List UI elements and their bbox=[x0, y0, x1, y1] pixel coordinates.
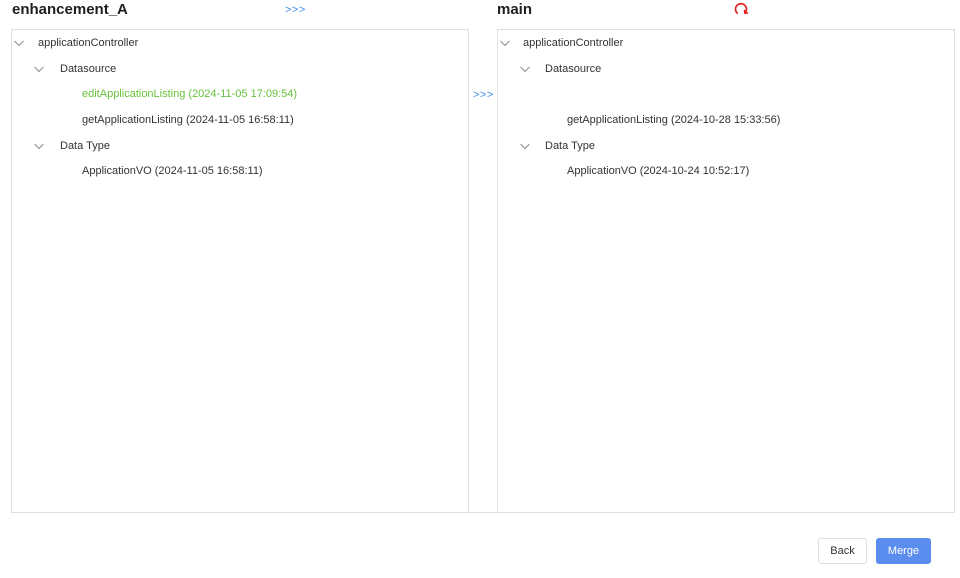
tree-node-datasource[interactable]: Datasource bbox=[60, 62, 116, 76]
tree-leaf-datasource-item[interactable]: editApplicationListing (2024-11-05 17:09… bbox=[82, 87, 297, 101]
tree-leaf-datatype-item[interactable]: ApplicationVO (2024-11-05 16:58:11) bbox=[82, 164, 263, 178]
back-button[interactable]: Back bbox=[818, 538, 867, 564]
right-branch-title: main bbox=[497, 1, 533, 18]
chevron-down-icon[interactable] bbox=[33, 140, 45, 152]
tree-node-datatype[interactable]: Data Type bbox=[545, 139, 595, 153]
chevron-down-icon[interactable] bbox=[499, 37, 511, 49]
left-branch-title: enhancement_A bbox=[12, 1, 128, 18]
copy-to-right-link[interactable]: >>> bbox=[473, 89, 494, 101]
left-tree-panel: applicationController Datasource editApp… bbox=[11, 29, 469, 513]
chevron-down-icon[interactable] bbox=[33, 63, 45, 75]
merge-button[interactable]: Merge bbox=[876, 538, 931, 564]
tree-leaf-datasource-item[interactable]: getApplicationListing (2024-10-28 15:33:… bbox=[567, 113, 780, 127]
tree-node-datasource[interactable]: Datasource bbox=[545, 62, 601, 76]
copy-all-to-right-link[interactable]: >>> bbox=[285, 4, 306, 16]
tree-node-controller[interactable]: applicationController bbox=[523, 36, 623, 50]
chevron-down-icon[interactable] bbox=[13, 37, 25, 49]
refresh-icon[interactable] bbox=[733, 1, 749, 17]
tree-leaf-datasource-item[interactable]: getApplicationListing (2024-11-05 16:58:… bbox=[82, 113, 294, 127]
tree-leaf-datatype-item[interactable]: ApplicationVO (2024-10-24 10:52:17) bbox=[567, 164, 749, 178]
right-tree-panel: applicationController Datasource getAppl… bbox=[497, 29, 955, 513]
tree-node-controller[interactable]: applicationController bbox=[38, 36, 138, 50]
chevron-down-icon[interactable] bbox=[519, 63, 531, 75]
tree-node-datatype[interactable]: Data Type bbox=[60, 139, 110, 153]
panels-bottom-border bbox=[11, 512, 955, 513]
chevron-down-icon[interactable] bbox=[519, 140, 531, 152]
